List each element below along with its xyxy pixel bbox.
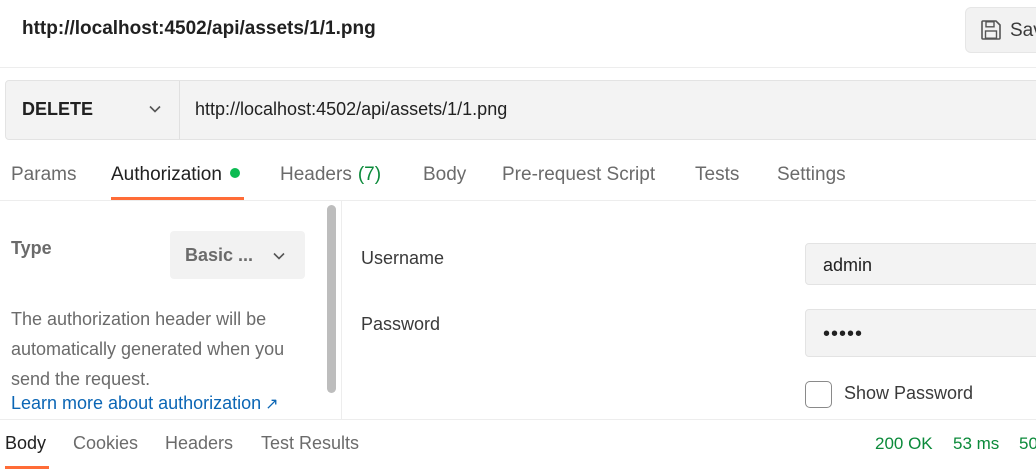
show-password-label[interactable]: Show Password xyxy=(844,383,973,404)
tab-label: Settings xyxy=(777,164,846,185)
tab-params[interactable]: Params xyxy=(11,164,76,200)
tab-label: Headers xyxy=(280,164,352,185)
header-divider xyxy=(0,67,1036,68)
tab-body[interactable]: Body xyxy=(423,164,466,200)
password-value: ••••• xyxy=(823,323,864,345)
tab-tests[interactable]: Tests xyxy=(695,164,739,200)
tab-label: Tests xyxy=(695,164,740,185)
auth-type-value: Basic ... xyxy=(185,245,254,265)
auth-type-label: Type xyxy=(11,238,52,258)
response-tab-label: Test Results xyxy=(261,433,360,453)
auth-description: The authorization header will be automat… xyxy=(11,309,285,389)
show-password-checkbox[interactable] xyxy=(805,381,832,408)
response-tab-headers[interactable]: Headers xyxy=(165,433,233,469)
external-link-arrow-icon: ↗ xyxy=(265,396,279,413)
response-status[interactable]: 200 OK xyxy=(875,434,933,454)
username-label: Username xyxy=(361,248,445,268)
method-label: DELETE xyxy=(22,99,94,119)
response-tab-label: Body xyxy=(5,433,47,453)
response-tab-label: Headers xyxy=(165,433,234,453)
tab-pre-request-script[interactable]: Pre-request Script xyxy=(502,164,655,200)
url-input[interactable]: http://localhost:4502/api/assets/1/1.png xyxy=(195,99,507,120)
tabs-divider xyxy=(0,200,1036,201)
save-button-label: Sav xyxy=(1010,20,1036,41)
headers-count: (7) xyxy=(357,164,382,185)
chevron-down-icon xyxy=(273,252,285,260)
tab-headers[interactable]: Headers (7) xyxy=(280,164,381,200)
tab-label: Pre-request Script xyxy=(502,164,656,185)
response-size[interactable]: 50 xyxy=(1019,434,1036,454)
scrollbar[interactable] xyxy=(327,205,336,393)
response-tab-label: Cookies xyxy=(73,433,139,453)
learn-more-text: Learn more about authorization xyxy=(11,393,262,413)
username-value: admin xyxy=(823,255,873,275)
response-divider xyxy=(0,419,1036,420)
panel-divider xyxy=(341,201,342,419)
auth-active-dot xyxy=(229,168,240,178)
method-select[interactable]: DELETE xyxy=(5,80,179,140)
chevron-down-icon xyxy=(149,105,161,113)
password-field[interactable]: ••••• xyxy=(805,309,1036,357)
auth-type-select[interactable]: Basic ... xyxy=(170,231,305,279)
tab-settings[interactable]: Settings xyxy=(777,164,846,200)
save-icon xyxy=(981,20,1001,40)
tab-label: Params xyxy=(11,164,77,185)
response-tab-test-results[interactable]: Test Results xyxy=(261,433,359,469)
response-tab-body[interactable]: Body xyxy=(5,433,49,469)
active-response-tab-underline xyxy=(5,466,49,469)
method-divider xyxy=(179,81,180,139)
tab-label: Authorization xyxy=(111,164,222,185)
password-label: Password xyxy=(361,314,441,334)
username-field[interactable]: admin xyxy=(805,243,1036,285)
tab-label: Body xyxy=(423,164,467,185)
tab-authorization[interactable]: Authorization xyxy=(111,164,244,200)
learn-more-link[interactable]: Learn more about authorization ↗ xyxy=(11,393,279,414)
response-time[interactable]: 53 ms xyxy=(953,434,999,454)
request-title[interactable]: http://localhost:4502/api/assets/1/1.png xyxy=(22,18,376,40)
save-button[interactable]: Sav xyxy=(965,7,1036,53)
response-tab-cookies[interactable]: Cookies xyxy=(73,433,138,469)
